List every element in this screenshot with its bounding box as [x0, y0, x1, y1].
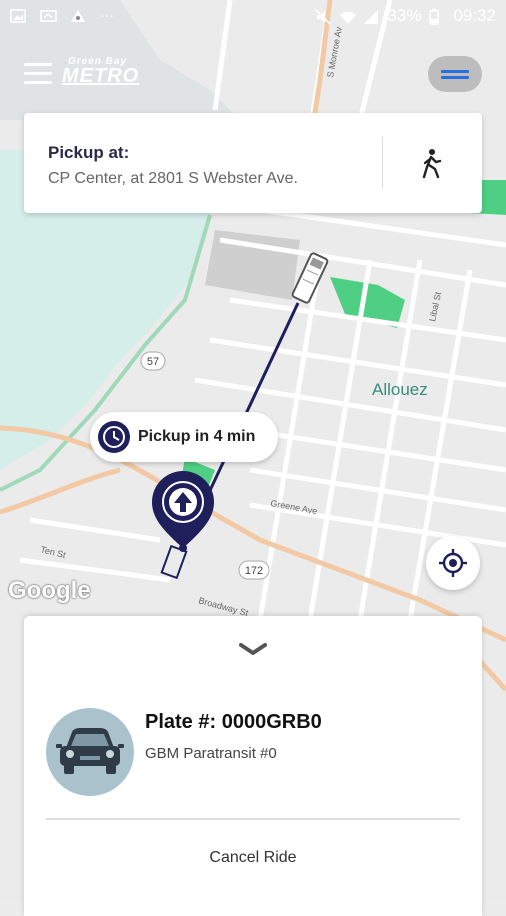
clock-icon: [98, 421, 130, 453]
ride-details-sheet: Plate #: 0000GRB0 GBM Paratransit #0 Can…: [24, 616, 482, 916]
battery-percent: 33%: [387, 6, 422, 25]
walk-icon[interactable]: [416, 147, 446, 181]
pickup-address: CP Center, at 2801 S Webster Ave.: [48, 170, 298, 187]
vehicle-name: GBM Paratransit #0: [145, 745, 277, 762]
my-location-button[interactable]: [426, 536, 480, 590]
clock-time: 09:32: [453, 6, 496, 25]
menu-toggle-icon[interactable]: [428, 56, 482, 92]
signal-icon: [363, 9, 379, 24]
car-icon: [56, 728, 124, 774]
place-label: Allouez: [372, 380, 428, 399]
wifi-icon: [339, 9, 357, 24]
eta-pill: Pickup in 4 min: [90, 412, 278, 462]
pickup-title: Pickup at:: [48, 143, 130, 162]
gallery-icon: [10, 8, 26, 23]
divider: [46, 818, 460, 820]
mute-icon: [315, 9, 331, 25]
logo-main-text: METRO: [62, 65, 140, 87]
locate-icon: [439, 549, 467, 577]
plate-number: Plate #: 0000GRB0: [145, 711, 322, 733]
google-attribution: Google: [8, 577, 91, 604]
drive-icon: [70, 8, 86, 22]
divider: [382, 137, 383, 189]
route-shield-172: 172: [245, 565, 263, 577]
status-bar: ··· 33% 09:32: [0, 0, 506, 34]
cast-icon: [40, 8, 57, 22]
eta-text: Pickup in 4 min: [138, 428, 256, 445]
pickup-card: Pickup at: CP Center, at 2801 S Webster …: [24, 113, 482, 213]
top-bar: Green Bay METRO: [0, 50, 506, 100]
more-notifications-icon: ···: [100, 7, 114, 23]
chevron-down-icon[interactable]: [238, 640, 268, 658]
vehicle-avatar: [46, 708, 134, 796]
cancel-ride-button[interactable]: Cancel Ride: [24, 838, 482, 878]
route-shield-57: 57: [147, 356, 159, 368]
battery-icon: [429, 9, 445, 25]
menu-icon[interactable]: [24, 61, 54, 87]
